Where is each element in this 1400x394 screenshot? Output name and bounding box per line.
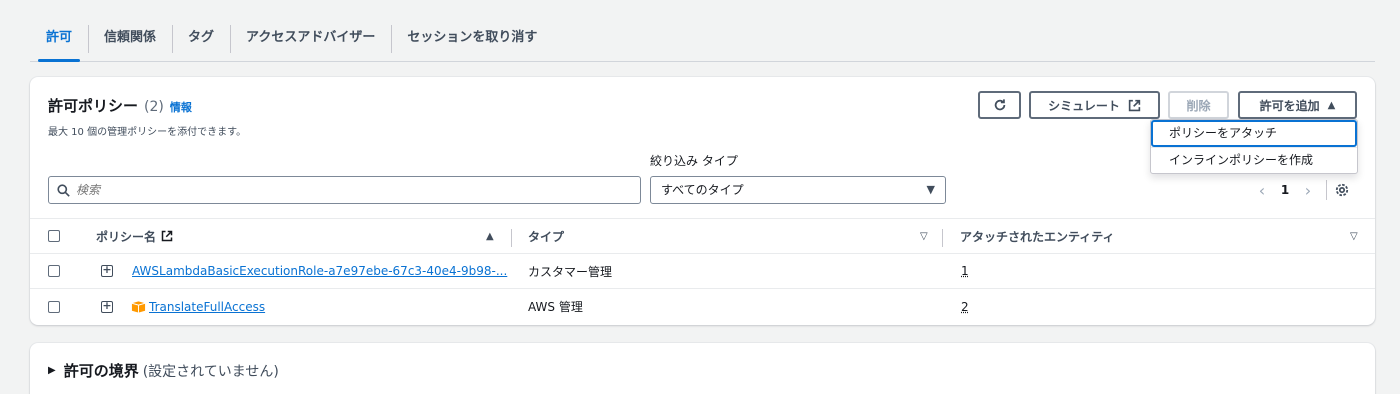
- refresh-button[interactable]: [978, 91, 1021, 119]
- chevron-left-icon[interactable]: ‹: [1252, 181, 1272, 200]
- search-field[interactable]: [48, 176, 641, 204]
- select-all-cell: [48, 219, 60, 253]
- table-row: + TranslateFullAccess AWS 管理 2: [30, 289, 1375, 324]
- column-type-label: タイプ: [528, 229, 565, 244]
- permissions-boundary-panel: ▶ 許可の境界 (設定されていません): [30, 343, 1375, 394]
- panel-title: 許可ポリシー: [48, 97, 139, 115]
- external-link-icon: [1128, 99, 1141, 111]
- row-select-cell: [48, 254, 60, 288]
- tab-tags[interactable]: タグ: [172, 25, 230, 53]
- policy-name-cell: TranslateFullAccess: [131, 289, 265, 324]
- type-filter-value: すべてのタイプ: [661, 183, 744, 197]
- pager-divider: [1326, 180, 1327, 200]
- panel-description: 最大 10 個の管理ポリシーを添付できます。: [48, 127, 247, 138]
- table-row: + AWSLambdaBasicExecutionRole-a7e97ebe-6…: [30, 254, 1375, 289]
- refresh-icon: [994, 99, 1005, 111]
- expand-cell: +: [101, 289, 113, 324]
- table-header: ポリシー名 ▲ タイプ ▽ アタッチされたエンティティ ▽: [30, 218, 1375, 254]
- policy-name-link[interactable]: AWSLambdaBasicExecutionRole-a7e97ebe-67c…: [132, 264, 507, 278]
- expand-cell: +: [101, 254, 113, 288]
- chevron-right-icon[interactable]: ›: [1298, 181, 1318, 200]
- tab-revoke-sessions[interactable]: セッションを取り消す: [391, 25, 553, 53]
- pagination: ‹ 1 ›: [1252, 180, 1362, 200]
- column-attached-entities[interactable]: アタッチされたエンティティ: [960, 219, 1115, 253]
- type-filter-select[interactable]: すべてのタイプ ▼: [650, 176, 946, 204]
- row-checkbox[interactable]: [48, 265, 60, 277]
- policy-name-cell: AWSLambdaBasicExecutionRole-a7e97ebe-67c…: [132, 254, 507, 288]
- permissions-boundary-toggle[interactable]: ▶ 許可の境界 (設定されていません): [48, 360, 279, 381]
- panel-header: 許可ポリシー (2) 情報 最大 10 個の管理ポリシーを添付できます。: [48, 95, 246, 138]
- attached-entities-cell: 2: [961, 289, 969, 324]
- aws-managed-policy-icon: [131, 300, 146, 313]
- simulate-label: シミュレート: [1048, 98, 1120, 113]
- add-permissions-menu: ポリシーをアタッチ インラインポリシーを作成: [1150, 119, 1358, 174]
- tab-access-advisor[interactable]: アクセスアドバイザー: [230, 25, 391, 53]
- sort-icon[interactable]: ▽: [920, 231, 928, 242]
- info-link[interactable]: 情報: [170, 101, 192, 114]
- column-policy-name-label: ポリシー名: [96, 229, 157, 244]
- attached-entities-count[interactable]: 2: [961, 300, 969, 314]
- menu-item-create-inline-policy[interactable]: インラインポリシーを作成: [1151, 147, 1357, 174]
- column-divider: [942, 229, 943, 247]
- policy-type-cell: カスタマー管理: [528, 254, 612, 288]
- delete-button[interactable]: 削除: [1168, 91, 1229, 119]
- permissions-policies-panel: 許可ポリシー (2) 情報 最大 10 個の管理ポリシーを添付できます。 シミュレー…: [30, 77, 1375, 325]
- tab-bar: 許可 信頼関係 タグ アクセスアドバイザー セッションを取り消す: [30, 15, 1375, 62]
- sort-ascending-icon[interactable]: ▲: [486, 231, 494, 242]
- tab-permissions[interactable]: 許可: [30, 25, 88, 62]
- attached-entities-cell: 1: [961, 254, 969, 288]
- policy-type: カスタマー管理: [528, 264, 613, 279]
- caret-up-icon: ▲: [1327, 99, 1336, 111]
- add-permissions-label: 許可を追加: [1259, 98, 1320, 113]
- external-link-icon: [161, 230, 173, 242]
- policy-type: AWS 管理: [528, 300, 583, 314]
- page-number[interactable]: 1: [1272, 183, 1298, 197]
- caret-down-icon: ▼: [926, 183, 935, 196]
- expand-icon[interactable]: +: [101, 264, 113, 277]
- tab-trust-relationships[interactable]: 信頼関係: [88, 25, 172, 53]
- caret-right-icon: ▶: [48, 365, 56, 376]
- add-permissions-button[interactable]: 許可を追加 ▲: [1238, 91, 1357, 119]
- expand-icon[interactable]: +: [101, 300, 113, 313]
- simulate-button[interactable]: シミュレート: [1029, 91, 1160, 119]
- row-checkbox[interactable]: [48, 300, 60, 313]
- policies-table: ポリシー名 ▲ タイプ ▽ アタッチされたエンティティ ▽ + AWSLambd…: [30, 218, 1375, 324]
- select-all-checkbox[interactable]: [48, 230, 60, 242]
- column-attached-entities-label: アタッチされたエンティティ: [960, 229, 1115, 244]
- search-input[interactable]: [76, 183, 576, 197]
- attached-entities-count[interactable]: 1: [961, 264, 969, 278]
- permissions-boundary-title: 許可の境界: [63, 362, 139, 380]
- column-divider: [511, 229, 512, 247]
- filter-type-label: 絞り込み タイプ: [650, 154, 738, 168]
- policy-name-link[interactable]: TranslateFullAccess: [149, 300, 265, 314]
- column-policy-name[interactable]: ポリシー名: [96, 219, 173, 253]
- column-type[interactable]: タイプ: [528, 219, 564, 253]
- policy-count: (2): [144, 99, 164, 115]
- sort-icon[interactable]: ▽: [1350, 231, 1358, 242]
- search-icon: [57, 183, 70, 197]
- policy-type-cell: AWS 管理: [528, 289, 583, 324]
- menu-item-attach-policies[interactable]: ポリシーをアタッチ: [1151, 120, 1357, 147]
- permissions-boundary-status: (設定されていません): [142, 363, 279, 380]
- row-select-cell: [48, 289, 60, 324]
- settings-gear-icon[interactable]: [1335, 183, 1349, 197]
